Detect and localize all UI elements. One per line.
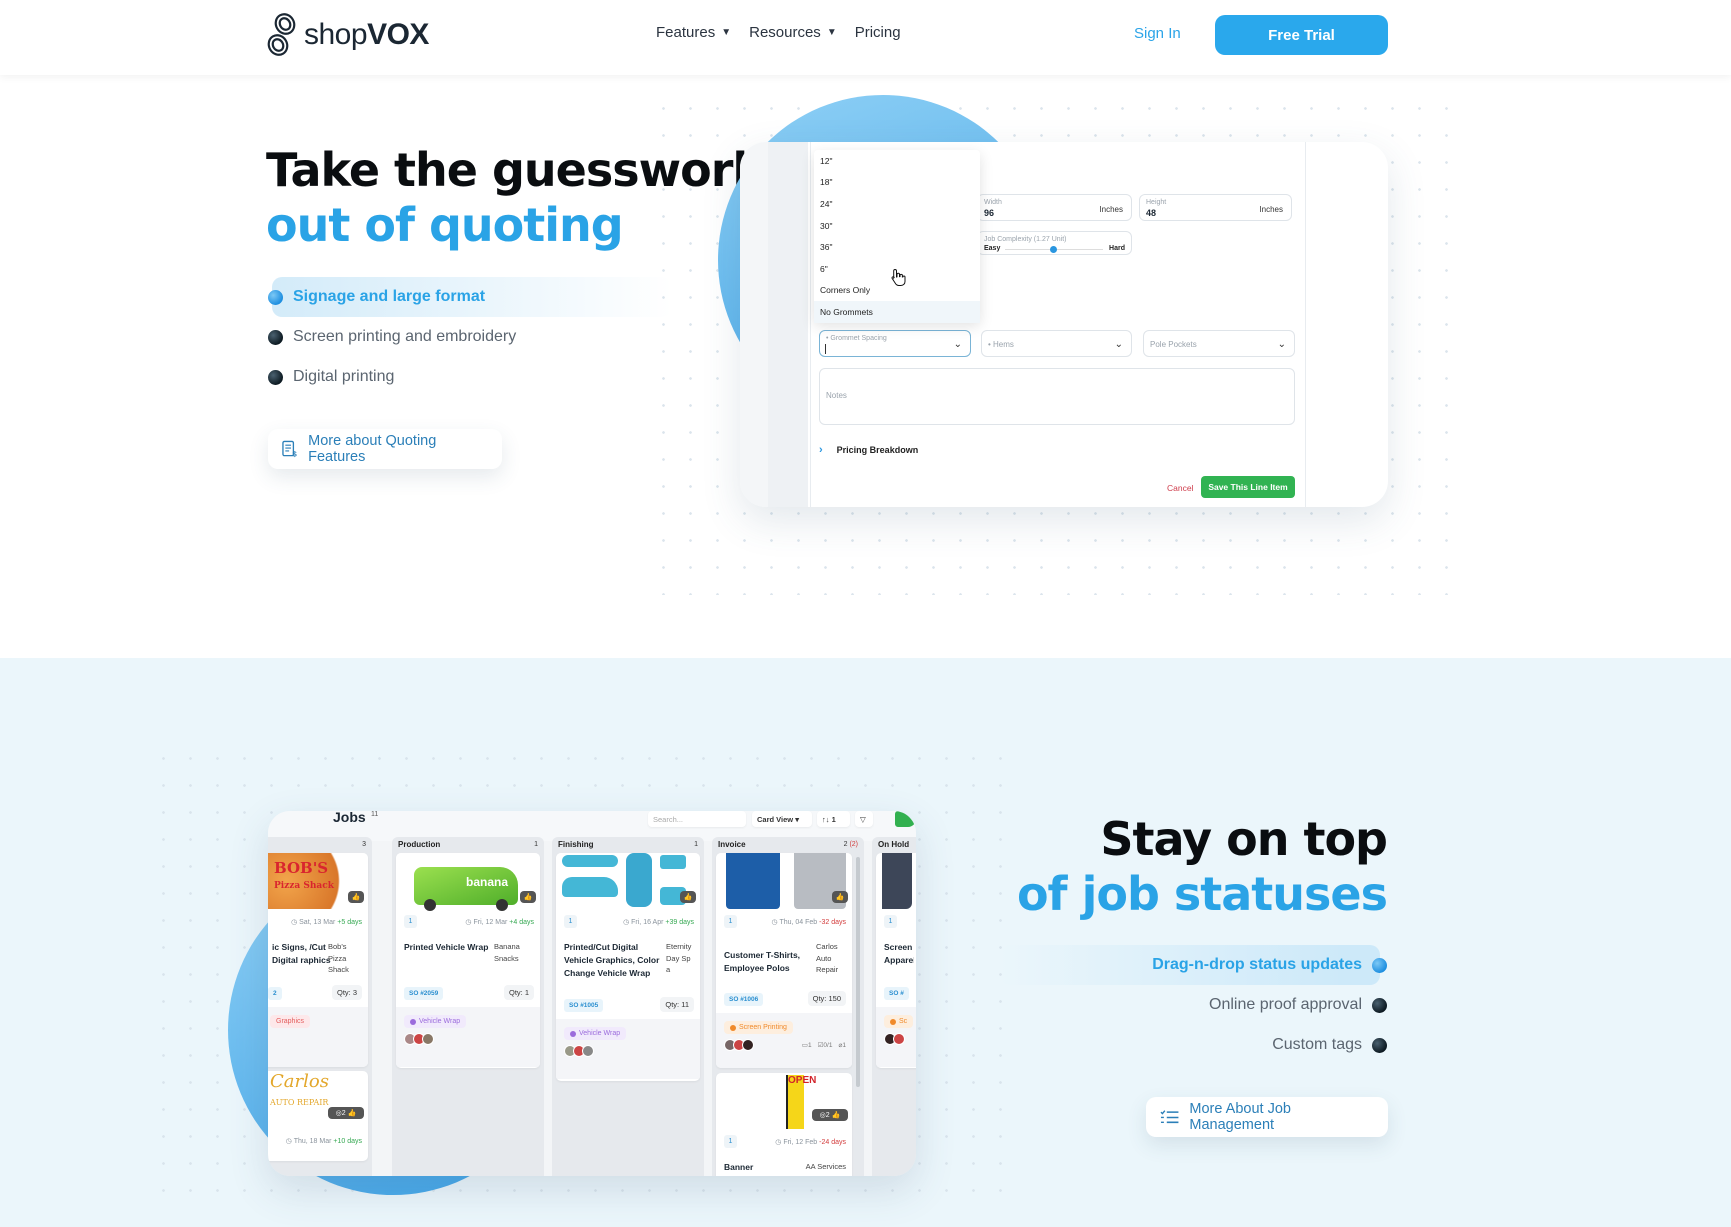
quoting-feature-list: Signage and large format Screen printing… [268,277,516,397]
invoice-dollar-icon: $ [282,440,297,458]
board-search-input[interactable]: Search... [648,811,746,827]
job-card[interactable]: Carlos AUTO REPAIR ◎ 2 👍 ◷ Thu, 18 Mar +10… [268,1071,368,1161]
assignee-avatars [884,1033,905,1045]
sort-button[interactable]: ↑↓ 1 [817,811,850,827]
jobs-board-screenshot: Jobs 11 Search... Card View ▾ ↑↓ 1 ▽ 3 B… [268,811,916,1176]
feature-signage[interactable]: Signage and large format [268,277,516,317]
job-complexity-slider[interactable]: Job Complexity (1.27 Unit) Easy Hard [977,231,1132,255]
card-stats: ▭1 ☑0/1 ⌀1 [802,1041,846,1049]
chevron-down-icon: ⌄ [1114,339,1123,350]
height-field[interactable]: Height 48 Inches [1139,194,1292,221]
hems-select[interactable]: • Hems ⌄ [981,330,1132,357]
job-image: banana [396,853,540,911]
jobs-count: 11 [371,811,379,818]
job-card[interactable]: 👍 1 ◷ Fri, 16 Apr +39 days Printed/Cut D… [556,853,700,1081]
like-icon[interactable]: 👍 [832,891,848,903]
active-bullet-icon [1372,957,1387,973]
views-like-badge[interactable]: ◎ 2 👍 [328,1107,364,1119]
card-view-select[interactable]: Card View ▾ [752,811,812,827]
quoting-heading: Take the guesswork out of quoting [266,143,763,252]
chevron-down-icon: ⌄ [1277,339,1286,350]
comment-icon: ▭1 [801,1042,812,1049]
feature-custom-tags[interactable]: Custom tags [1152,1025,1387,1065]
active-bullet-icon [268,289,283,305]
like-icon[interactable]: 👍 [348,891,364,903]
views-like-badge[interactable]: ◎ 2 👍 [812,1109,848,1121]
quoting-features-button[interactable]: $ More about Quoting Features [268,429,502,469]
job-card[interactable]: OPEN ◎ 2 👍 1 ◷ Fri, 12 Feb -24 days Banne… [716,1073,852,1176]
width-field[interactable]: Width 96 Inches [977,194,1132,221]
dropdown-option[interactable]: 24" [814,193,980,215]
chevron-down-icon: ⌄ [953,339,962,350]
assignee-avatars [724,1039,754,1051]
pole-pockets-select[interactable]: Pole Pockets ⌄ [1143,330,1295,357]
quote-form-screenshot: Width 96 Inches Height 48 Inches Job Complex… [740,142,1388,507]
nav-features[interactable]: Features ▼ [656,24,731,41]
caret-down-icon: ▼ [721,27,732,38]
assignee-avatars [404,1033,434,1045]
brand-name: shopVOX [304,18,429,51]
jobs-feature-list: Drag-n-drop status updates Online proof … [1152,945,1387,1065]
top-navigation: shopVOX Features ▼ Resources ▼ Pricing Sig… [0,0,1731,75]
board-column-invoice: Invoice 2 (2) 👍 1 ◷ Thu, 04 Feb -32 days… [712,837,864,1176]
caret-down-icon: ▼ [826,27,837,38]
save-line-item-button[interactable]: Save This Line Item [1201,476,1295,498]
job-card[interactable]: banana 👍 1 ◷ Fri, 12 Mar +4 days Printed… [396,853,540,1068]
slider-knob[interactable] [1050,246,1057,253]
free-trial-button[interactable]: Free Trial [1215,15,1388,55]
nav-resources[interactable]: Resources ▼ [749,24,837,41]
jobs-title: Jobs [333,811,366,825]
feature-digital-printing[interactable]: Digital printing [268,357,516,397]
jobs-heading: Stay on top of job statuses [1016,812,1388,921]
pricing-breakdown-toggle[interactable]: › Pricing Breakdown [819,444,918,456]
feature-proof-approval[interactable]: Online proof approval [1152,985,1387,1025]
dropdown-option[interactable]: 18" [814,172,980,194]
board-column-finishing: Finishing 1 👍 1 ◷ Fri, 16 Apr +39 days P… [552,837,704,1176]
assignee-avatars [564,1045,594,1057]
bullet-icon [268,329,283,345]
attachment-icon: ⌀1 [838,1042,846,1049]
job-management-button[interactable]: More About Job Management [1146,1097,1388,1137]
feature-drag-drop[interactable]: Drag-n-drop status updates [1152,945,1387,985]
feature-screen-printing[interactable]: Screen printing and embroidery [268,317,516,357]
bullet-icon [268,369,283,385]
dropdown-option[interactable]: 30" [814,215,980,237]
checklist-icon [1160,1110,1179,1124]
bullet-icon [1372,997,1387,1013]
logo-mark-icon [267,13,296,56]
shopvox-logo[interactable]: shopVOX [266,12,429,58]
nav-pricing[interactable]: Pricing [855,24,901,41]
hand-cursor-icon [891,268,906,286]
chevron-right-icon: › [819,444,823,456]
grommet-spacing-dropdown: 12" 18" 24" 30" 36" 6" Corners Only No Grommets [814,150,980,323]
job-card[interactable]: 👍 1 ◷ Thu, 04 Feb -32 days Customer T-Sh… [716,853,852,1068]
notes-textarea[interactable]: Notes [819,368,1295,425]
like-icon[interactable]: 👍 [680,891,696,903]
add-job-button[interactable] [895,811,916,827]
board-column-on-hold: On Hold 1 Screen Apparel SO # Sc [872,837,916,1176]
grommet-spacing-select[interactable]: • Grommet Spacing ⌄ [819,330,971,357]
board-column: 3 BOB'S Pizza Shack 👍 ◷ Sat, 13 Mar +5 da… [268,837,372,1176]
job-card[interactable]: BOB'S Pizza Shack 👍 ◷ Sat, 13 Mar +5 days… [268,853,368,1067]
job-image [556,853,700,909]
sign-in-link[interactable]: Sign In [1134,25,1181,42]
task-icon: ☑0/1 [817,1042,833,1049]
board-column-production: Production 1 banana 👍 1 ◷ Fri, 12 Mar +4… [392,837,544,1176]
dropdown-option[interactable]: 12" [814,150,980,172]
cancel-button[interactable]: Cancel [1167,483,1193,493]
like-icon[interactable]: 👍 [520,891,536,903]
bullet-icon [1372,1037,1387,1053]
job-card[interactable]: 1 Screen Apparel SO # Sc [876,853,916,1068]
svg-text:$: $ [292,450,297,458]
filter-icon[interactable]: ▽ [855,811,873,827]
column-scrollbar[interactable] [856,857,860,1087]
dropdown-option[interactable]: 36" [814,236,980,258]
dropdown-option[interactable]: No Grommets [814,301,980,323]
